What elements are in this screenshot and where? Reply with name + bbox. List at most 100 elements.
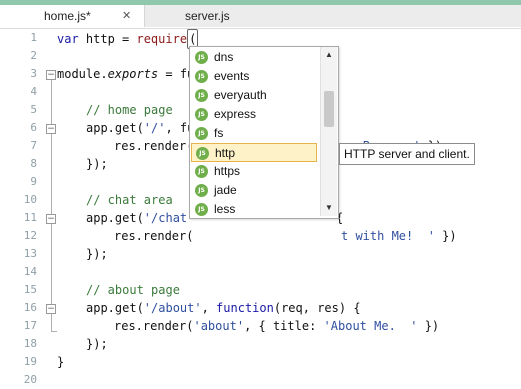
line-number: 20 [23,373,37,386]
code-line-17: res.render('about', { title: 'About Me. … [114,317,439,335]
code-line-15: // about page [86,283,180,297]
scroll-up-icon[interactable]: ▲ [321,47,337,63]
scroll-thumb[interactable] [324,91,334,127]
line-number: 6 [30,121,37,134]
fold-toggle-icon[interactable]: − [46,304,56,314]
code-line-3: module.exports = fu [57,65,194,83]
code-line-16: app.get('/about', function(req, res) { [86,299,361,317]
popup-scrollbar[interactable]: ▲ ▼ [320,47,337,216]
line-number: 7 [30,139,37,152]
code-text: (req, res) { [273,301,361,315]
js-module-icon: JS [195,203,208,216]
line-number: 4 [30,85,37,98]
autocomplete-item[interactable]: JS dns [191,48,317,67]
js-module-icon: JS [195,70,208,83]
code-text: , [201,301,217,315]
line-number: 11 [23,211,37,224]
autocomplete-popup[interactable]: JS dns JS events JS everyauth JS express JS f… [189,46,339,219]
string-literal: 'about' [193,319,245,333]
function-name: require [136,32,188,46]
line-number: 16 [23,301,37,314]
autocomplete-item[interactable]: JS less [191,200,317,219]
code-text: app.get( [86,211,144,225]
js-module-icon: JS [195,89,208,102]
tab-label: home.js* [44,9,91,23]
item-label: everyauth [214,88,267,102]
code-text: res.render( [114,229,194,243]
js-module-icon: JS [195,51,208,64]
line-number: 17 [23,319,37,332]
code-text: app.get( [86,301,144,315]
code-line-7: res.render( [114,137,193,155]
code-text: res.render( [114,319,194,333]
code-line-11: app.get('/chat' [86,209,194,227]
code-text: exports [107,67,159,81]
item-label: https [214,164,241,178]
autocomplete-item[interactable]: JS jade [191,181,317,200]
string-literal: t with Me! ' [341,229,435,243]
autocomplete-item[interactable]: JS everyauth [191,86,317,105]
code-text: ( [189,32,197,46]
item-label: dns [214,50,234,64]
code-line-12: res.render( [114,227,193,245]
tab-label: server.js [185,9,230,23]
autocomplete-item-selected[interactable]: JS http [191,143,317,162]
js-module-icon: JS [195,127,208,140]
line-number: 19 [23,355,37,368]
js-module-icon: JS [196,147,209,160]
string-literal: 'About Me. ' [323,319,418,333]
line-number: 3 [30,67,37,80]
tab-server-js[interactable]: server.js [145,5,521,27]
tab-bar: home.js* ✕ server.js [0,0,521,28]
js-module-icon: JS [195,108,208,121]
code-line-12-tail: t with Me! ' }) [341,227,457,245]
autocomplete-item[interactable]: JS https [191,162,317,181]
code-line-18: }); [86,337,108,351]
code-line-8: }); [86,157,108,171]
item-label: less [214,202,236,216]
code-text: }) [417,319,440,333]
fold-end-marker [51,331,57,332]
line-number: 1 [30,31,37,44]
autocomplete-item[interactable]: JS events [191,67,317,86]
item-label: fs [214,126,224,140]
scroll-down-icon[interactable]: ▼ [321,200,337,216]
item-label: jade [214,183,237,197]
keyword: var [57,32,79,46]
code-line-6: app.get('/', fu [86,119,194,137]
code-line-13: }); [86,247,108,261]
line-number: 8 [30,157,37,170]
code-text: module. [57,67,108,81]
code-line-10: // chat area [86,193,173,207]
code-line-1: var http = require( [57,29,199,49]
fold-toggle-icon[interactable]: − [46,70,56,80]
close-icon[interactable]: ✕ [122,5,131,27]
fold-toggle-icon[interactable]: − [46,214,56,224]
line-number: 10 [23,193,37,206]
keyword: function [216,301,274,315]
line-number: 12 [23,229,37,242]
code-text: res.render( [114,139,194,153]
line-number: 18 [23,337,37,350]
code-text: }) [434,229,457,243]
code-line-19: } [57,355,65,369]
line-number: 13 [23,247,37,260]
code-line-5: // home page [86,103,173,117]
item-tooltip: HTTP server and client. [339,143,475,165]
item-label: express [214,107,257,121]
line-number: 14 [23,265,37,278]
string-literal: '/chat' [143,211,195,225]
string-literal: '/' [143,121,166,135]
fold-toggle-icon[interactable]: − [46,124,56,134]
autocomplete-item[interactable]: JS fs [191,124,317,143]
item-label: events [214,69,250,83]
tab-home-js[interactable]: home.js* ✕ [22,5,145,27]
code-text: , { title: [244,319,324,333]
autocomplete-item[interactable]: JS express [191,105,317,124]
fold-guide [51,314,52,331]
line-number: 15 [23,283,37,296]
line-number: 5 [30,103,37,116]
js-module-icon: JS [195,165,208,178]
string-literal: '/about' [143,301,202,315]
code-text: http = [78,32,137,46]
